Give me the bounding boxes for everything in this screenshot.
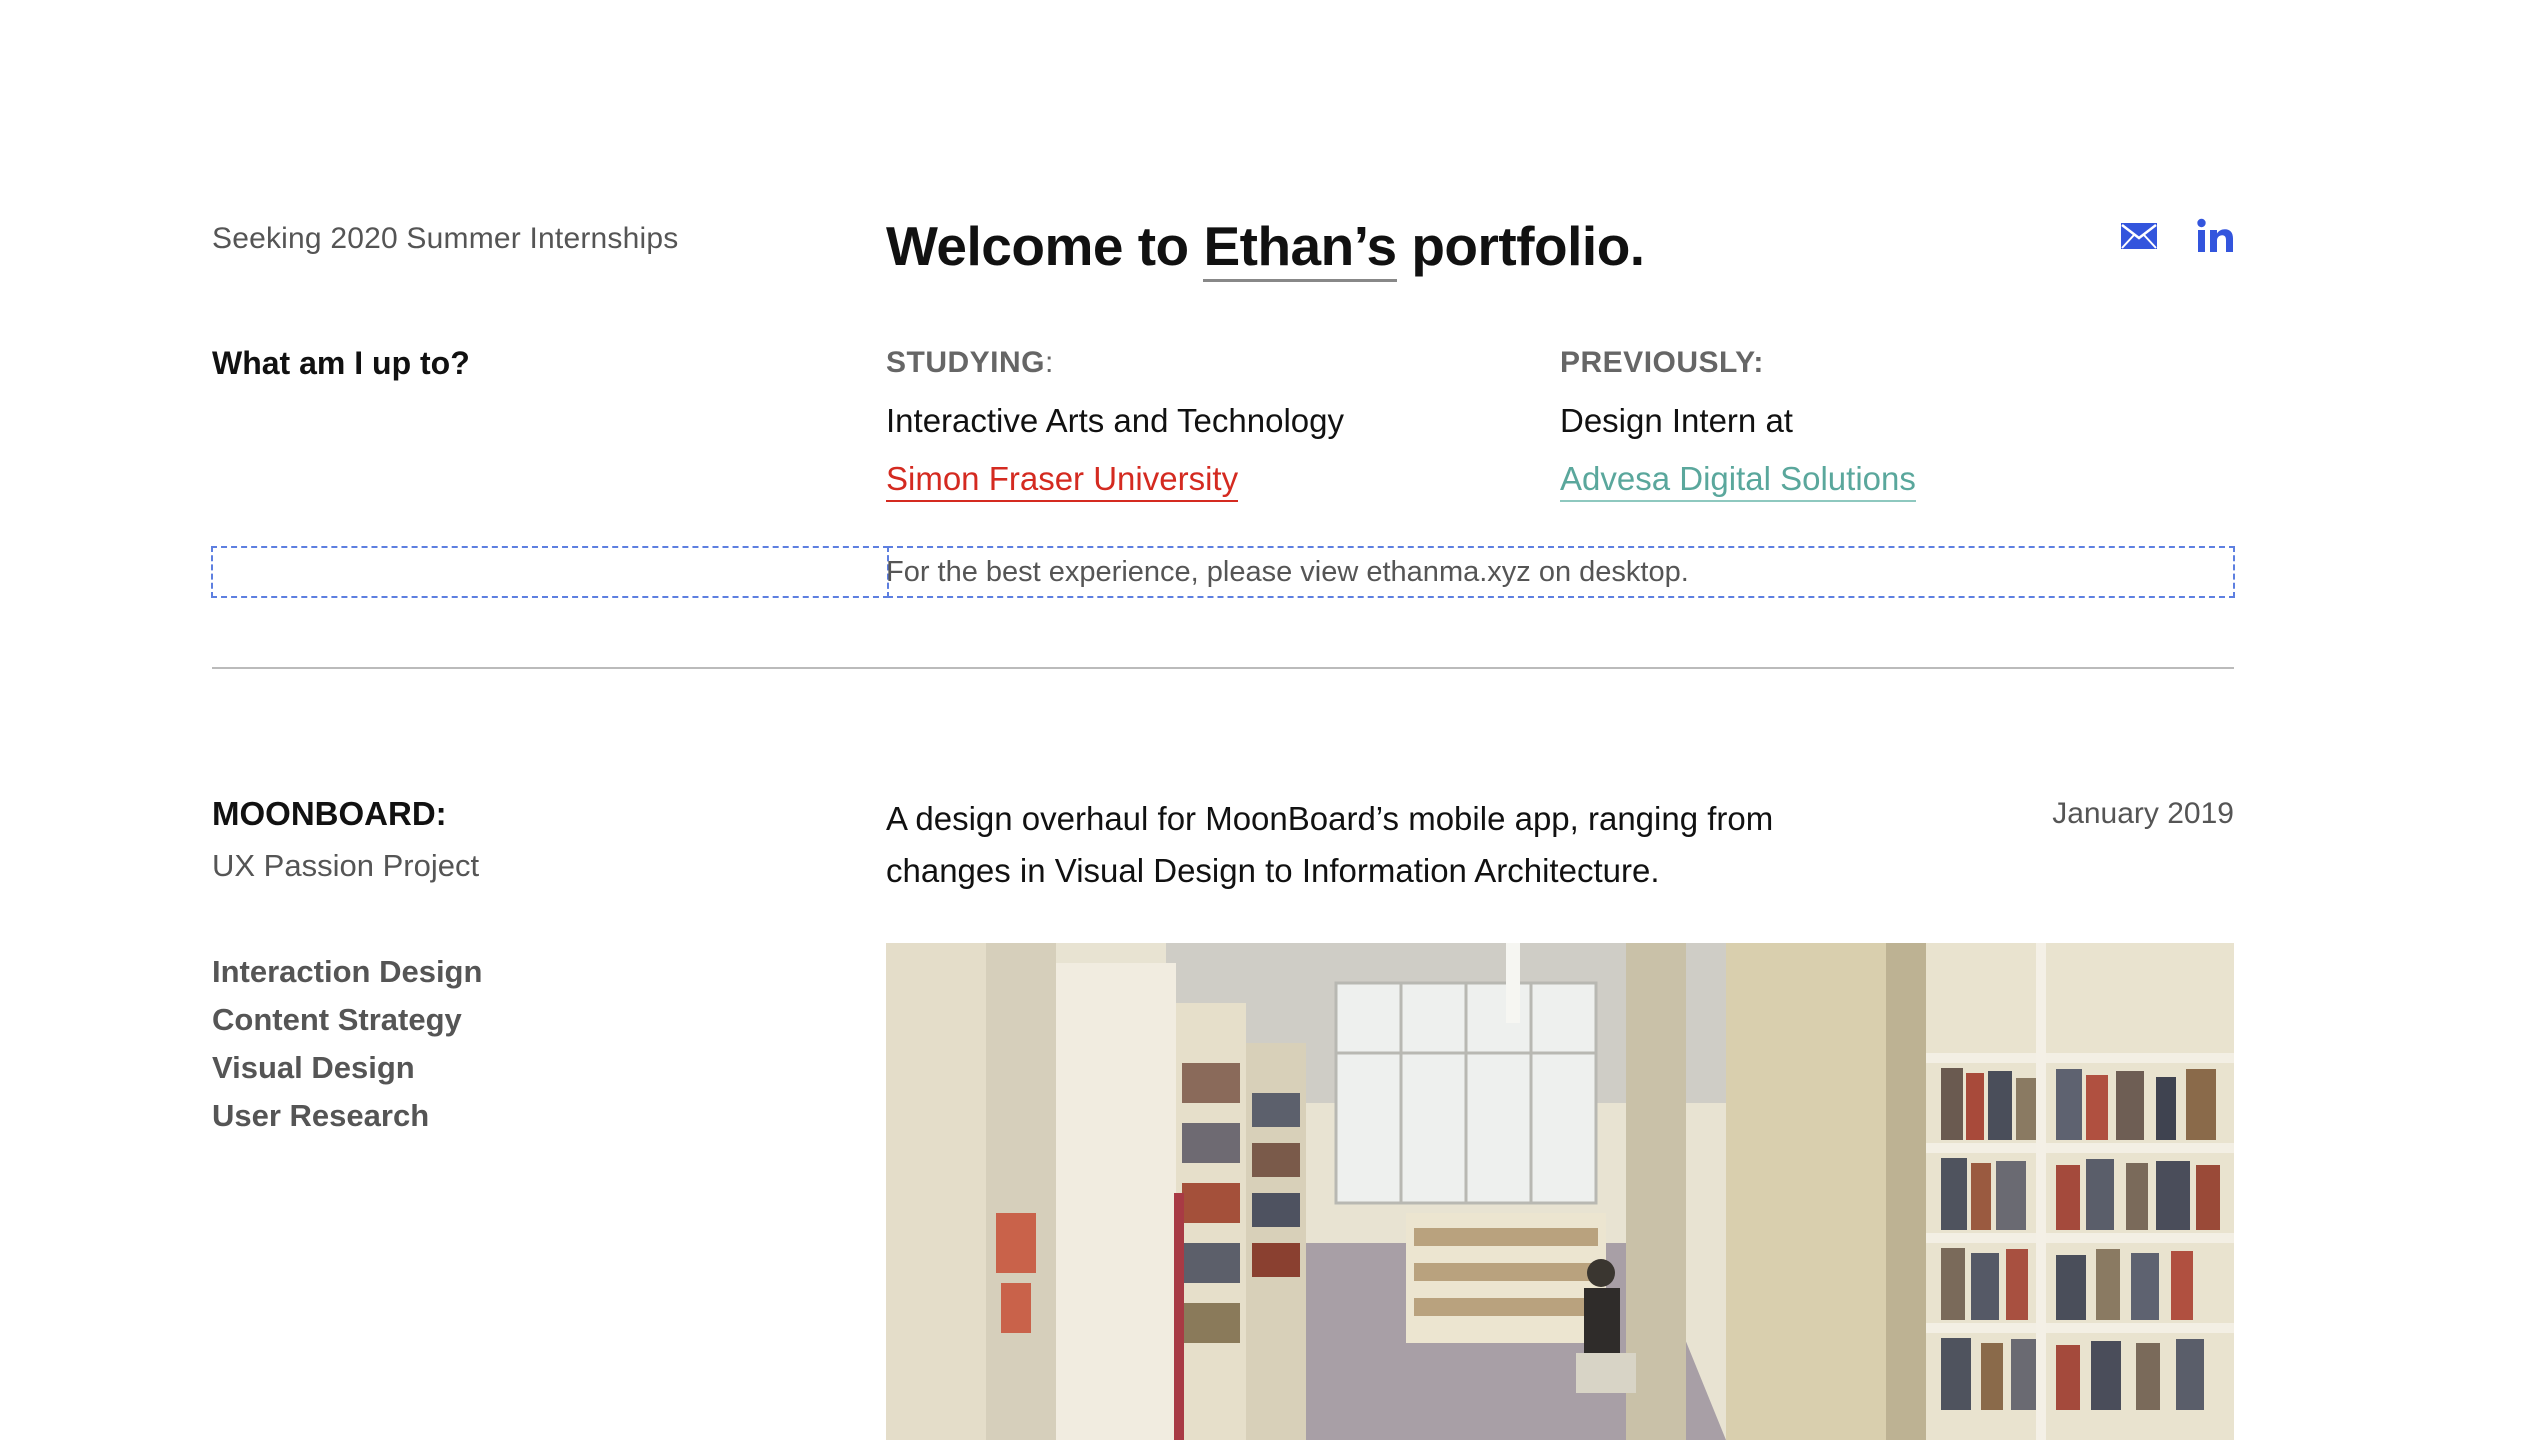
welcome-suffix: portfolio. (1396, 215, 1645, 277)
studying-program: Interactive Arts and Technology (886, 402, 1345, 439)
mail-icon (2121, 223, 2157, 249)
previously-label: PREVIOUSLY: (1560, 346, 1764, 379)
project-cover-image[interactable] (886, 943, 2234, 1440)
welcome-prefix: Welcome to (886, 215, 1204, 277)
advesa-link[interactable]: Advesa Digital Solutions (1560, 460, 1916, 502)
owner-name: Ethan’s (1203, 215, 1397, 282)
tag-content-strategy: Content Strategy (212, 1002, 462, 1037)
intro-heading: What am I up to? (212, 345, 470, 381)
linkedin-link[interactable] (2196, 218, 2234, 259)
sfu-link[interactable]: Simon Fraser University (886, 460, 1239, 502)
social-links (2120, 218, 2234, 259)
section-divider (212, 667, 2234, 669)
notice-box-left (211, 546, 889, 598)
tag-visual-design: Visual Design (212, 1050, 415, 1085)
page-title: Welcome to Ethan’s portfolio. (886, 214, 1645, 282)
project-title[interactable]: MOONBOARD: (212, 795, 447, 833)
tag-interaction-design: Interaction Design (212, 954, 483, 989)
desktop-notice: For the best experience, please view eth… (886, 556, 1689, 588)
project-tags: Interaction Design Content Strategy Visu… (212, 948, 482, 1140)
previously-section: PREVIOUSLY: Design Intern at Advesa Digi… (1560, 346, 1916, 502)
studying-label: STUDYING: (886, 346, 1054, 379)
studying-section: STUDYING: Interactive Arts and Technolog… (886, 346, 1344, 502)
project-description: A design overhaul for MoonBoard’s mobile… (886, 800, 1774, 889)
linkedin-icon (2197, 218, 2233, 252)
mail-link[interactable] (2120, 222, 2158, 255)
portfolio-page: Seeking 2020 Summer Internships Welcome … (0, 0, 2534, 1440)
library-photo (886, 943, 2234, 1440)
project-subtitle: UX Passion Project (212, 848, 480, 883)
tag-user-research: User Research (212, 1098, 430, 1133)
project-date: January 2019 (2052, 797, 2234, 830)
previous-role: Design Intern at (1560, 402, 1793, 439)
seeking-internships-text: Seeking 2020 Summer Internships (212, 222, 679, 255)
